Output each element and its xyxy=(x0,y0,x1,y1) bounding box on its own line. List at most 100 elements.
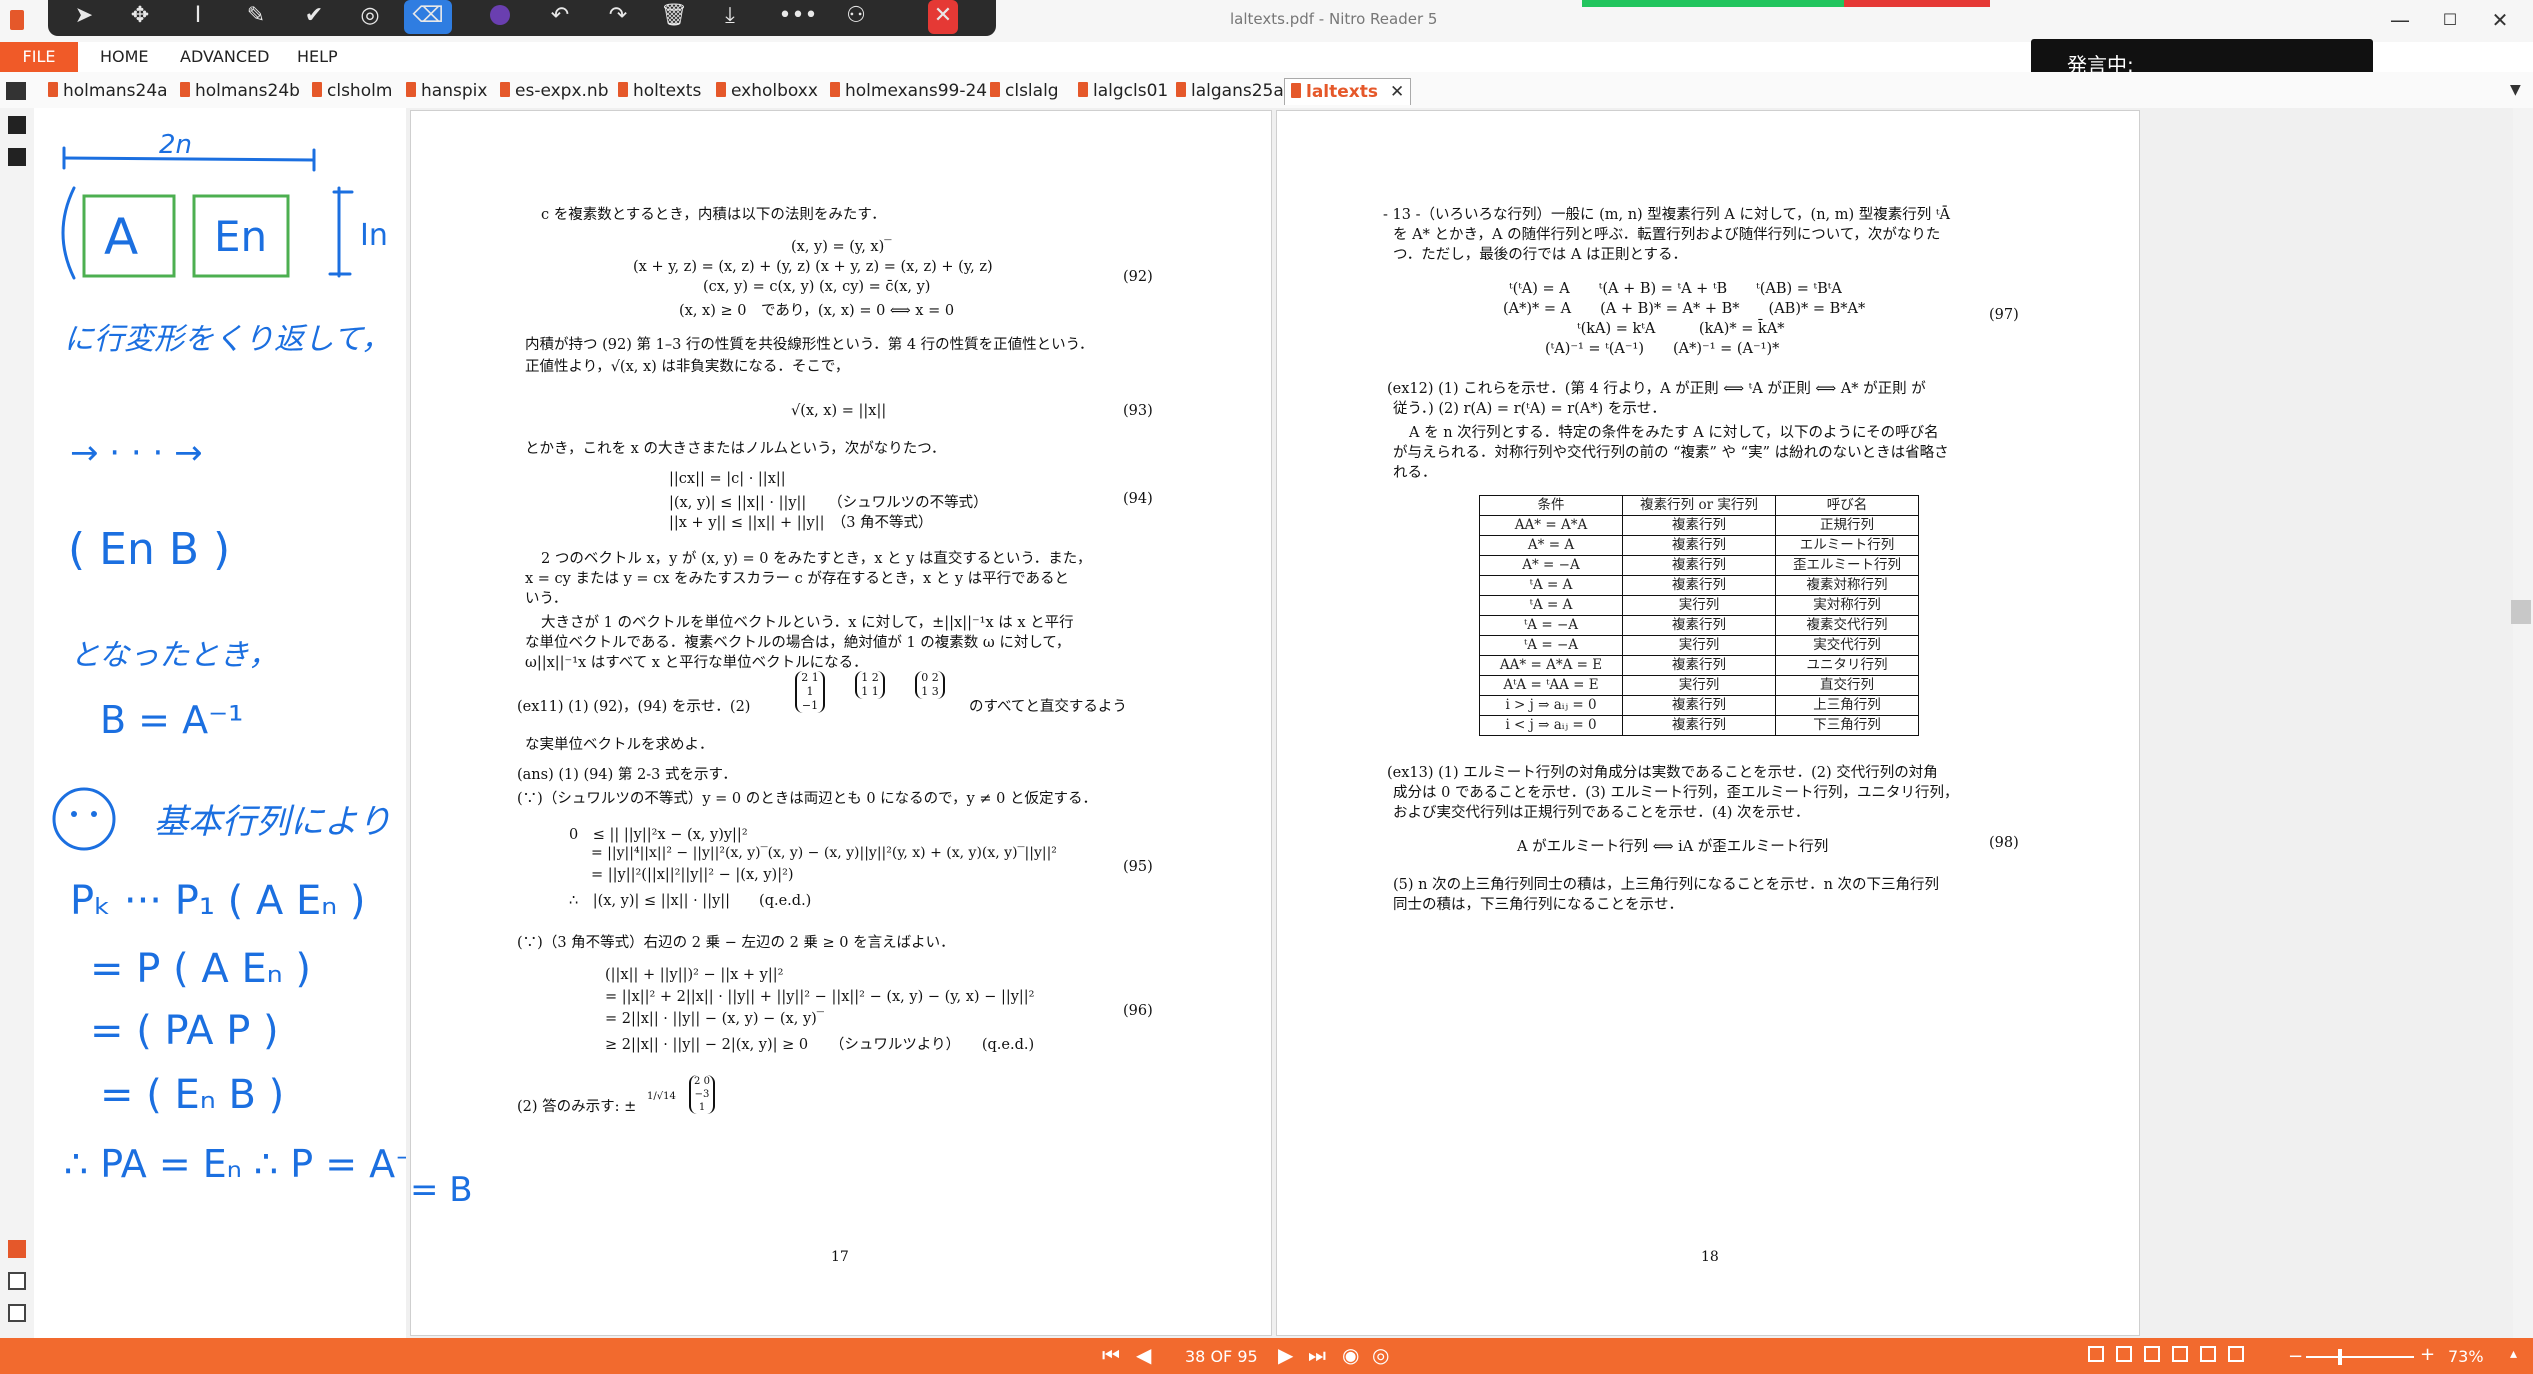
trash-icon[interactable]: 🗑 xyxy=(652,0,696,34)
tab-hanspix[interactable]: hanspix xyxy=(406,78,487,104)
ink-text-in: In xyxy=(360,218,388,253)
comments-icon[interactable] xyxy=(8,1272,26,1290)
ink-annotation-area[interactable]: 2n A En In に行変形をくり返して， → · · · → ( En B … xyxy=(34,108,430,1338)
previous-view-icon[interactable]: ◉ xyxy=(1342,1343,1359,1367)
menu-home[interactable]: HOME xyxy=(100,47,149,66)
first-page-icon[interactable]: ⏮ xyxy=(1102,1343,1120,1367)
tab-exholboxx[interactable]: exholboxx xyxy=(716,78,818,104)
ink-text-b-inverse: B = A⁻¹ xyxy=(100,698,244,742)
table-header: 条件 xyxy=(1479,495,1623,516)
redo-icon[interactable]: ↷ xyxy=(596,0,640,34)
color-dot-icon[interactable] xyxy=(478,0,522,34)
tab-close-icon[interactable]: ✕ xyxy=(1390,82,1404,102)
text-cursor-icon[interactable]: I xyxy=(176,0,220,34)
download-icon[interactable]: ⤓ xyxy=(708,0,752,34)
table-cell: ᵗA = A xyxy=(1479,595,1623,616)
table-cell: 複素行列 xyxy=(1622,715,1776,736)
table-cell: A* = A xyxy=(1479,535,1623,556)
table-header-row: 条件 複素行列 or 実行列 呼び名 xyxy=(1479,495,1919,516)
vertical-scrollbar[interactable] xyxy=(2513,108,2533,1338)
tab-overflow-chevron-icon[interactable]: ▼ xyxy=(2510,82,2521,98)
undo-icon[interactable]: ↶ xyxy=(538,0,582,34)
prev-page-icon[interactable]: ◀ xyxy=(1136,1343,1151,1367)
sidebar-toggle-icon[interactable] xyxy=(6,82,26,100)
status-chevron-icon[interactable]: ▴ xyxy=(2510,1346,2517,1362)
tab-laltexts[interactable]: laltexts ✕ xyxy=(1284,78,1412,105)
p18-eq97-line1: ᵗ(ᵗA) = A ᵗ(A + B) = ᵗA + ᵗB ᵗ(AB) = ᵗBᵗ… xyxy=(1509,281,1842,297)
menu-file[interactable]: FILE xyxy=(0,42,78,72)
page-number-17: 17 xyxy=(831,1249,849,1265)
facing-continuous-view-icon[interactable] xyxy=(2172,1346,2188,1362)
zoom-slider[interactable] xyxy=(2306,1356,2414,1358)
ink-text-elementary-matrix: 基本行列により xyxy=(154,802,392,842)
tab-holmexans99-24[interactable]: holmexans99-24 xyxy=(830,78,987,104)
person-pen-icon[interactable]: ⚇ xyxy=(834,0,878,34)
tab-holmans24b[interactable]: holmans24b xyxy=(180,78,300,104)
single-page-view-icon[interactable] xyxy=(2088,1346,2104,1362)
table-cell: ᵗA = −A xyxy=(1479,615,1623,636)
p18-ex13-line4: (5) n 次の上三角行列同士の積は，上三角行列になることを示せ．n 次の下三角… xyxy=(1393,877,1940,893)
eq-number-95: (95) xyxy=(1123,859,1153,875)
menu-advanced[interactable]: ADVANCED xyxy=(180,47,269,66)
maximize-button[interactable]: ☐ xyxy=(2430,4,2470,36)
zoom-out-icon[interactable]: − xyxy=(2288,1346,2303,1367)
table-cell: 実行列 xyxy=(1622,635,1776,656)
p18-line: を A* とかき，A の随伴行列と呼ぶ．転置行列および随伴行列について，次がなり… xyxy=(1393,227,1941,243)
p17-ans-line1: (ans) (1) (94) 第 2-3 式を示す． xyxy=(517,767,737,783)
attachments-icon[interactable] xyxy=(8,1240,26,1258)
pdf-file-icon xyxy=(618,82,628,97)
table-cell: ユニタリ行列 xyxy=(1775,655,1919,676)
menu-help[interactable]: HELP xyxy=(297,47,338,66)
tab-holmans24a[interactable]: holmans24a xyxy=(48,78,168,104)
fit-width-icon[interactable] xyxy=(2228,1346,2244,1362)
minimize-button[interactable]: — xyxy=(2380,4,2420,36)
last-page-icon[interactable]: ⏭ xyxy=(1308,1343,1326,1367)
next-view-icon[interactable]: ◎ xyxy=(1372,1343,1389,1367)
p17-ans-fraction: 1/√14 xyxy=(647,1091,676,1102)
tab-clslalg[interactable]: clslalg xyxy=(990,78,1059,104)
window-title: laltexts.pdf - Nitro Reader 5 xyxy=(1230,10,1438,28)
speech-level-bar-red xyxy=(1844,0,1990,7)
select-arrow-icon[interactable]: ➤ xyxy=(62,0,106,34)
lasso-icon[interactable]: ◎ xyxy=(348,0,392,34)
checkmark-icon[interactable]: ✔ xyxy=(292,0,336,34)
table-cell: ᵗA = A xyxy=(1479,575,1623,596)
tab-clsholm[interactable]: clsholm xyxy=(312,78,392,104)
tab-lalgcls01[interactable]: lalgcls01 xyxy=(1078,78,1168,104)
table-cell: 複素対称行列 xyxy=(1775,575,1919,596)
p18-line: - 13 -（いろいろな行列）一般に (m, n) 型複素行列 A に対して，(… xyxy=(1383,207,1950,223)
pages-pane-icon[interactable] xyxy=(8,148,26,166)
zoom-level[interactable]: 73% xyxy=(2448,1347,2484,1366)
table-row: AA* = A*A 複素行列 正規行列 xyxy=(1479,515,1919,536)
eraser-icon[interactable]: ⌫ xyxy=(404,0,452,34)
pdf-file-icon xyxy=(1176,82,1186,97)
table-header: 呼び名 xyxy=(1775,495,1919,516)
scrollbar-thumb[interactable] xyxy=(2511,600,2531,624)
facing-view-icon[interactable] xyxy=(2144,1346,2160,1362)
pen-icon[interactable]: ✎ xyxy=(234,0,278,34)
pdf-file-icon xyxy=(500,82,510,97)
bookmark-pane-icon[interactable] xyxy=(8,116,26,134)
pen-toolbar: ➤ ✥ I ✎ ✔ ◎ ⌫ ↶ ↷ 🗑 ⤓ ••• ⚇ ✕ xyxy=(48,0,996,36)
tab-es-expx[interactable]: es-expx.nb xyxy=(500,78,609,104)
page-indicator[interactable]: 38 OF 95 xyxy=(1185,1347,1258,1366)
next-page-icon[interactable]: ▶ xyxy=(1278,1343,1293,1367)
zoom-slider-thumb[interactable] xyxy=(2338,1349,2342,1365)
zoom-in-icon[interactable]: + xyxy=(2420,1344,2435,1365)
fit-page-icon[interactable] xyxy=(2200,1346,2216,1362)
tab-lalgans25a[interactable]: lalgans25a xyxy=(1176,78,1284,104)
p17-eq96-line1: (||x|| + ||y||)² − ||x + y||² xyxy=(605,967,784,983)
table-cell: i > j ⇒ aᵢⱼ = 0 xyxy=(1479,695,1623,716)
move-icon[interactable]: ✥ xyxy=(118,0,162,34)
close-toolbar-icon[interactable]: ✕ xyxy=(928,0,958,34)
table-cell: エルミート行列 xyxy=(1775,535,1919,556)
tab-holtexts[interactable]: holtexts xyxy=(618,78,701,104)
pdf-file-icon xyxy=(1291,83,1301,98)
close-window-button[interactable]: ✕ xyxy=(2480,4,2520,36)
layers-icon[interactable] xyxy=(8,1304,26,1322)
more-icon[interactable]: ••• xyxy=(776,0,820,34)
table-cell: 実交代行列 xyxy=(1775,635,1919,656)
ink-text-pk-p1: Pₖ ··· P₁ ( A Eₙ ) xyxy=(70,878,366,924)
continuous-view-icon[interactable] xyxy=(2116,1346,2132,1362)
p17-eq92-line4: (x, x) ≥ 0 であり，(x, x) = 0 ⟺ x = 0 xyxy=(679,303,955,319)
